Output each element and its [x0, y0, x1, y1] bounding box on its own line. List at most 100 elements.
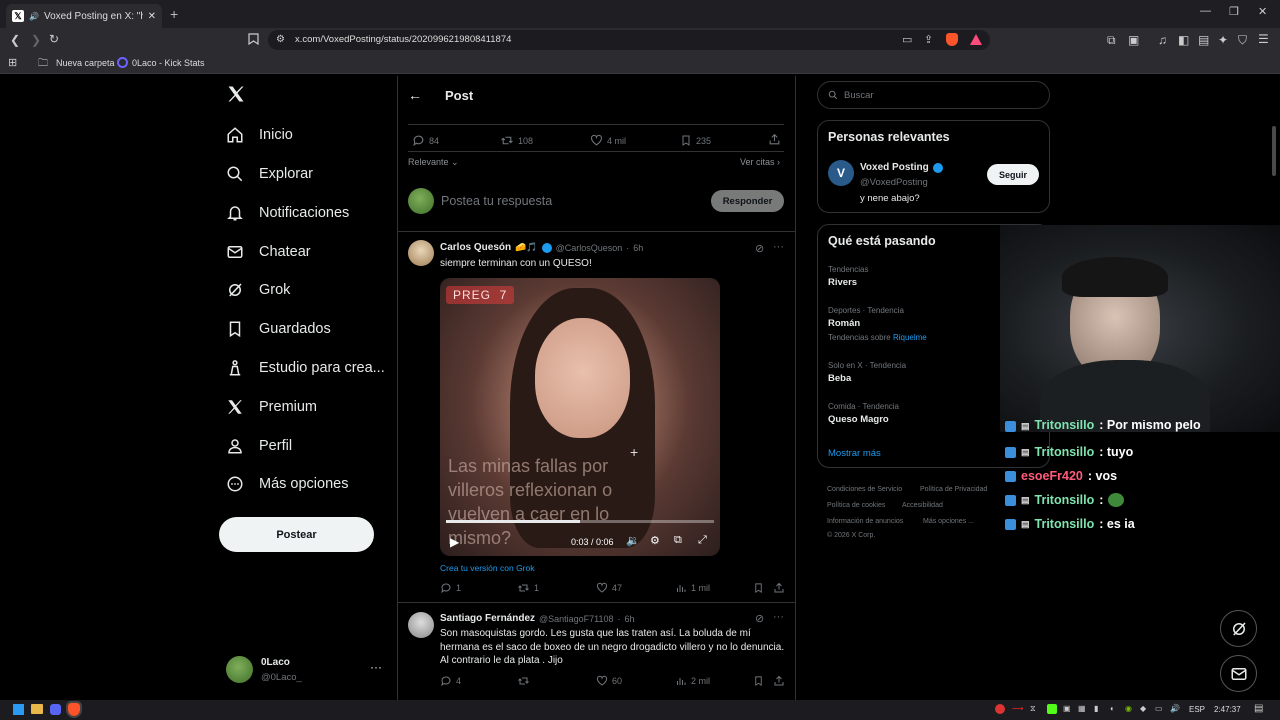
reply-action[interactable]: 1	[440, 582, 461, 594]
bookmark-action[interactable]: 235	[680, 134, 711, 147]
footer-link[interactable]: Información de anuncios	[827, 518, 903, 525]
play-icon[interactable]: ▶	[450, 535, 459, 549]
tray-icon[interactable]: ◐	[1110, 704, 1115, 713]
tab-search-icon[interactable]: ▣	[1128, 33, 1139, 47]
author-name[interactable]: Carlos Quesón	[440, 242, 511, 253]
footer-link[interactable]: Política de cookies	[827, 502, 885, 509]
author-handle[interactable]: @CarlosQueson	[556, 243, 623, 253]
reply-input[interactable]: Postea tu respuesta	[441, 194, 552, 208]
close-tab-icon[interactable]: ✕	[148, 11, 156, 22]
more-dots-icon[interactable]: ···	[370, 660, 382, 674]
back-icon[interactable]: ❮	[10, 33, 20, 47]
tray-icon[interactable]: ◆	[1140, 704, 1146, 713]
account-switcher[interactable]: 0Laco @0Laco_ ···	[222, 652, 392, 688]
discord-icon[interactable]	[50, 704, 61, 715]
volume-icon[interactable]: 🔊	[1170, 704, 1180, 713]
network-icon[interactable]: ▭	[1155, 704, 1163, 713]
windows-start-icon[interactable]	[13, 704, 24, 715]
bookmark-folder[interactable]: Nueva carpeta	[56, 58, 115, 68]
nav-premium[interactable]: Premium	[226, 390, 317, 424]
back-arrow-icon[interactable]: ←	[408, 87, 422, 103]
scrollbar-thumb[interactable]	[1272, 126, 1276, 176]
post-time[interactable]: 6h	[625, 614, 635, 624]
audio-icon[interactable]: 🔊	[29, 12, 39, 21]
close-window-button[interactable]: ✕	[1258, 5, 1267, 18]
bookmark-action[interactable]	[753, 675, 764, 687]
bookmark-kick-stats[interactable]: 0Laco - Kick Stats	[132, 58, 205, 68]
avatar[interactable]: V	[828, 160, 854, 186]
like-action[interactable]: 60	[596, 675, 622, 687]
url-field[interactable]: x.com/VoxedPosting/status/20209962198084…	[268, 30, 990, 50]
grok-icon[interactable]: ⊘	[755, 612, 764, 625]
video-progress-track[interactable]	[446, 520, 714, 523]
nav-creator-studio[interactable]: Estudio para crea...	[226, 351, 385, 385]
share-action[interactable]	[773, 675, 785, 687]
tray-icon[interactable]: ▦	[1078, 704, 1086, 713]
tray-record-icon[interactable]	[995, 704, 1005, 714]
extensions-icon[interactable]: ⧉	[1107, 33, 1116, 48]
tray-icon[interactable]: ▣	[1063, 704, 1071, 713]
trend-item[interactable]: Deportes · Tendencia Román Tendencias so…	[828, 306, 927, 342]
kick-tray-icon[interactable]	[1047, 704, 1057, 714]
reply-button[interactable]: Responder	[711, 190, 784, 212]
grok-icon[interactable]: ⊘	[755, 242, 764, 255]
x-logo-icon[interactable]	[226, 84, 246, 104]
post-button[interactable]: Postear	[219, 517, 374, 552]
language-indicator[interactable]: ESP	[1189, 705, 1205, 714]
sort-dropdown[interactable]: Relevante ⌄	[408, 157, 459, 168]
nav-chat[interactable]: Chatear	[226, 235, 311, 269]
file-explorer-icon[interactable]	[31, 704, 43, 714]
share-action[interactable]	[768, 133, 781, 146]
new-tab-button[interactable]: +	[170, 6, 178, 22]
trend-item[interactable]: Tendencias Rivers	[828, 265, 868, 288]
reload-icon[interactable]: ↻	[49, 32, 59, 46]
wallet-icon[interactable]: ▤	[1198, 33, 1209, 47]
nav-more[interactable]: Más opciones	[226, 467, 348, 501]
avatar[interactable]	[408, 240, 434, 266]
like-action[interactable]: 4 mil	[590, 134, 626, 147]
views-action[interactable]: 2 mil	[675, 675, 710, 687]
author-name[interactable]: Santiago Fernández	[440, 613, 535, 624]
picture-in-picture-icon[interactable]: ⧉	[674, 534, 682, 547]
nav-grok[interactable]: Grok	[226, 273, 290, 307]
relevant-handle[interactable]: @VoxedPosting	[860, 177, 928, 188]
follow-button[interactable]: Seguir	[987, 164, 1039, 185]
relevant-user[interactable]: Voxed Posting	[860, 162, 943, 173]
volume-icon[interactable]: 🔉	[626, 534, 640, 547]
brave-rewards-icon[interactable]	[970, 34, 982, 45]
tray-red-icon[interactable]: ⟿	[1012, 704, 1023, 713]
post-time[interactable]: 6h	[633, 243, 643, 253]
nav-explore[interactable]: Explorar	[226, 157, 313, 191]
show-more-link[interactable]: Mostrar más	[828, 448, 881, 459]
nav-profile[interactable]: Perfil	[226, 429, 292, 463]
grok-create-link[interactable]: Crea tu versión con Grok	[440, 563, 534, 573]
usb-icon[interactable]: ▮	[1094, 704, 1098, 713]
share-icon[interactable]: ⇪	[924, 33, 933, 46]
video-player[interactable]: PREG 7 Las minas fallas por villeros ref…	[440, 278, 720, 556]
brave-shields-icon[interactable]	[946, 33, 958, 46]
nav-notifications[interactable]: Notificaciones	[226, 196, 349, 230]
minimize-button[interactable]: —	[1200, 5, 1211, 17]
nvidia-icon[interactable]: ◉	[1125, 704, 1132, 713]
maximize-button[interactable]: ❐	[1229, 5, 1239, 18]
nav-home[interactable]: Inicio	[226, 118, 293, 152]
settings-gear-icon[interactable]: ⚙	[650, 534, 660, 547]
vpn-icon[interactable]: ⛉	[1238, 33, 1247, 48]
repost-action[interactable]: 1	[517, 582, 539, 594]
more-dots-icon[interactable]: ···	[773, 241, 784, 253]
fullscreen-icon[interactable]: ⤢	[698, 534, 707, 547]
footer-link[interactable]: Más opciones ...	[923, 518, 974, 525]
repost-action[interactable]: 108	[500, 134, 533, 147]
site-settings-icon[interactable]: ⚙	[276, 34, 285, 45]
bookmark-action[interactable]	[753, 582, 764, 594]
bookmark-page-icon[interactable]	[248, 33, 259, 45]
footer-link[interactable]: Política de Privacidad	[920, 486, 987, 493]
footer-link[interactable]: Condiciones de Servicio	[827, 486, 902, 493]
quotes-link[interactable]: Ver citas ›	[740, 157, 780, 167]
grok-floating-button[interactable]	[1220, 610, 1257, 647]
apps-grid-icon[interactable]: ⊞	[8, 56, 17, 69]
reply-action[interactable]: 84	[412, 134, 439, 147]
trend-item[interactable]: Comida · Tendencia Queso Magro	[828, 402, 899, 425]
notification-center-icon[interactable]: ▤	[1254, 703, 1263, 714]
reply-action[interactable]: 4	[440, 675, 461, 687]
